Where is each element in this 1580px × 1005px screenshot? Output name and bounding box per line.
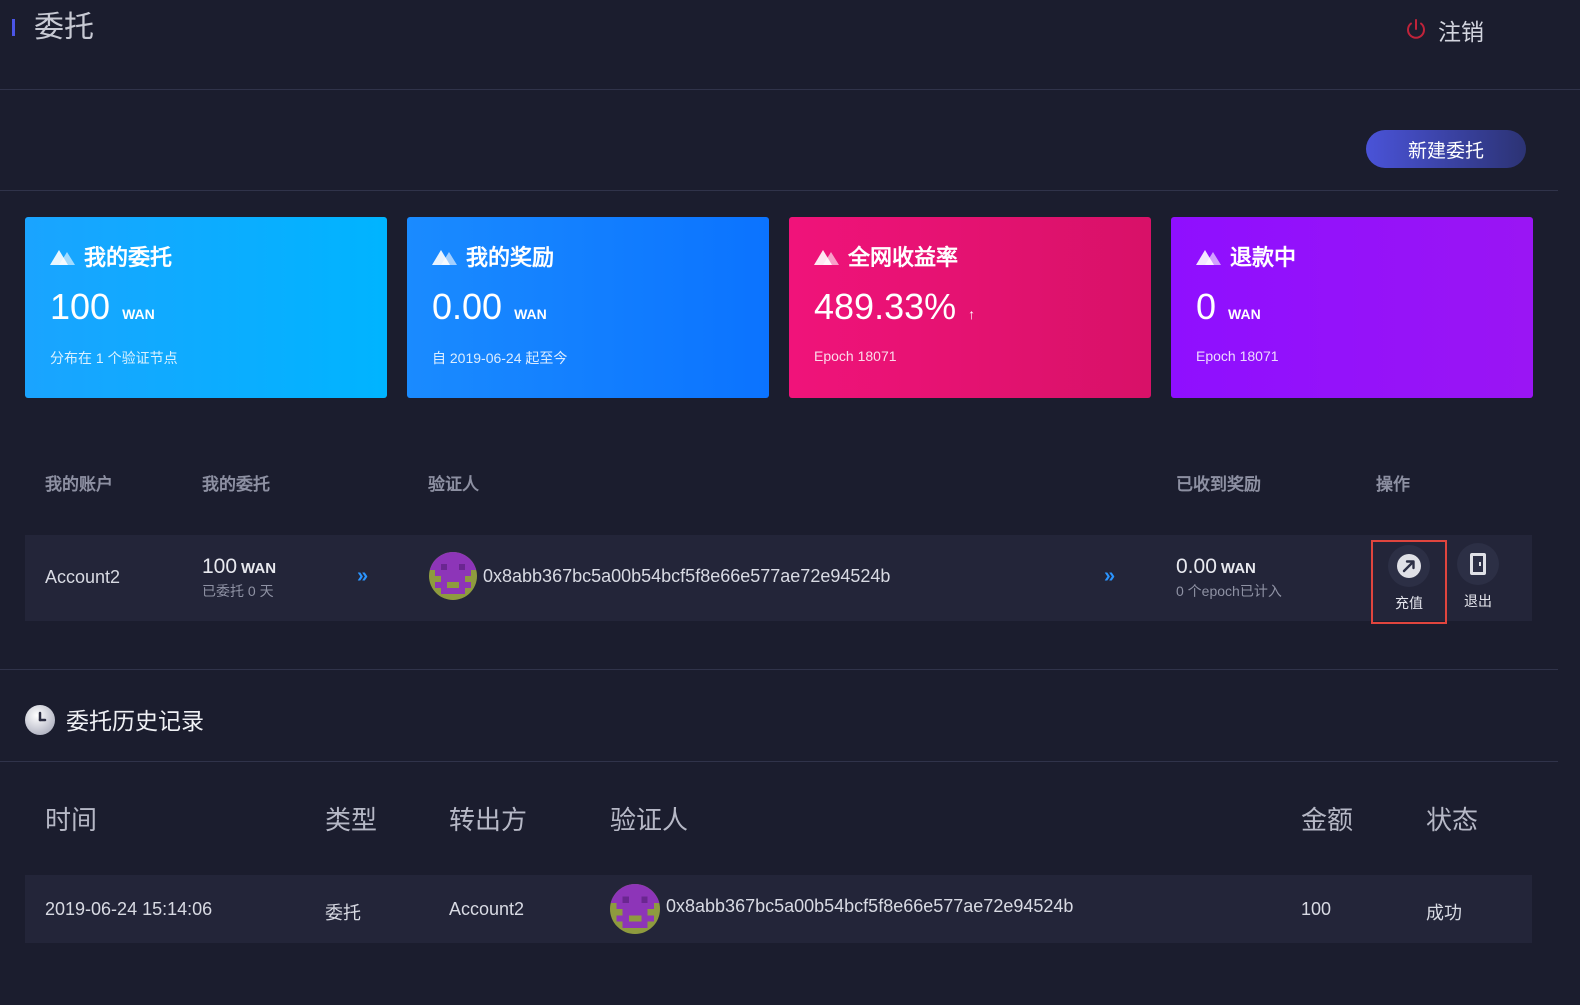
history-divider [0,761,1558,762]
header-divider [0,89,1580,90]
mountain-icon [1196,250,1221,265]
card-unit: ↑ [968,306,976,322]
history-row: 2019-06-24 15:14:06 委托 Account2 0x8abb36… [25,875,1532,943]
card-my-delegation: 我的委托 100 WAN 分布在 1 个验证节点 [25,217,387,398]
card-my-rewards: 我的奖励 0.00 WAN 自 2019-06-24 起至今 [407,217,769,398]
history-validator-cell: 0x8abb367bc5a00b54bcf5f8e66e577ae72e9452… [610,884,1073,934]
validator-avatar [610,884,660,934]
card-title: 退款中 [1230,245,1297,270]
page-title: 委托 [34,11,94,44]
history-header-from: 转出方 [449,805,528,835]
amount-unit: WAN [241,560,277,577]
history-amount: 100 [1301,899,1332,919]
card-unit: WAN [122,306,155,322]
toolbar-divider [0,190,1558,191]
history-title: 委托历史记录 [66,708,204,734]
card-value: 0.00 [432,286,503,327]
new-delegation-button[interactable]: 新建委托 [1366,130,1526,168]
validator-address: 0x8abb367bc5a00b54bcf5f8e66e577ae72e9452… [483,565,891,586]
rewards-subtitle: 0 个epoch已计入 [1176,583,1282,599]
logout-label: 注销 [1438,19,1484,45]
card-subtitle: Epoch 18071 [814,348,897,364]
mountain-icon [50,250,75,265]
account-name: Account2 [45,567,121,587]
logout-button[interactable]: 注销 [1404,14,1484,46]
history-header-time: 时间 [45,805,98,835]
delegated-amount: 100 WAN 已委托 0 天 [202,555,276,601]
card-value: 100 [50,286,111,327]
amount-subtitle: 已委托 0 天 [202,583,274,599]
chevron-right-icon: » [1104,565,1116,587]
card-refunding: 退款中 0 WAN Epoch 18071 [1171,217,1533,398]
power-icon [1407,19,1425,39]
clock-icon [25,705,55,735]
door-exit-icon [1470,553,1486,575]
column-header-actions: 操作 [1376,475,1410,494]
topup-icon-circle [1388,545,1430,587]
exit-label: 退出 [1464,593,1492,609]
title-accent-bar [12,19,15,36]
card-subtitle: Epoch 18071 [1196,348,1279,364]
card-title: 我的奖励 [466,245,555,270]
rewards-value: 0.00 [1176,555,1217,578]
table-row: Account2 100 WAN 已委托 0 天 » 0x8abb367bc5a0… [25,535,1532,621]
arrow-up-right-icon [1397,554,1421,578]
topup-label: 充值 [1395,595,1423,611]
card-title: 全网收益率 [848,245,959,270]
rewards-cell: 0.00 WAN 0 个epoch已计入 [1176,555,1282,601]
section-divider [0,669,1558,670]
card-title: 我的委托 [84,245,173,270]
history-header-type: 类型 [325,805,378,835]
history-time: 2019-06-24 15:14:06 [45,899,213,919]
exit-icon-circle [1457,543,1499,585]
chevron-right-icon: » [357,565,369,587]
card-subtitle: 自 2019-06-24 起至今 [432,350,568,366]
rewards-unit: WAN [1220,560,1256,577]
column-header-amount: 我的委托 [202,475,270,494]
card-unit: WAN [514,306,547,322]
column-header-account: 我的账户 [45,475,113,494]
history-header-status: 状态 [1426,805,1479,835]
card-unit: WAN [1228,306,1261,322]
column-header-validator: 验证人 [428,475,479,494]
card-network-yield: 全网收益率 489.33% ↑ Epoch 18071 [789,217,1151,398]
mountain-icon [432,250,457,265]
validator-avatar [429,552,477,600]
card-subtitle: 分布在 1 个验证节点 [50,350,178,366]
history-validator-address: 0x8abb367bc5a00b54bcf5f8e66e577ae72e9452… [666,895,1074,916]
card-value: 0 [1196,286,1217,327]
card-value: 489.33% [814,286,957,327]
history-from: Account2 [449,899,525,919]
history-type: 委托 [325,903,361,923]
column-header-rewards: 已收到奖励 [1176,475,1261,494]
mountain-icon [814,250,839,265]
history-header-amount: 金额 [1301,805,1354,835]
exit-button[interactable]: 退出 [1443,540,1513,618]
validator-cell: 0x8abb367bc5a00b54bcf5f8e66e577ae72e9452… [429,552,890,600]
history-status: 成功 [1426,903,1462,923]
topup-button[interactable]: 充值 [1371,540,1447,624]
amount-value: 100 [202,555,238,578]
history-header-validator: 验证人 [610,805,689,835]
